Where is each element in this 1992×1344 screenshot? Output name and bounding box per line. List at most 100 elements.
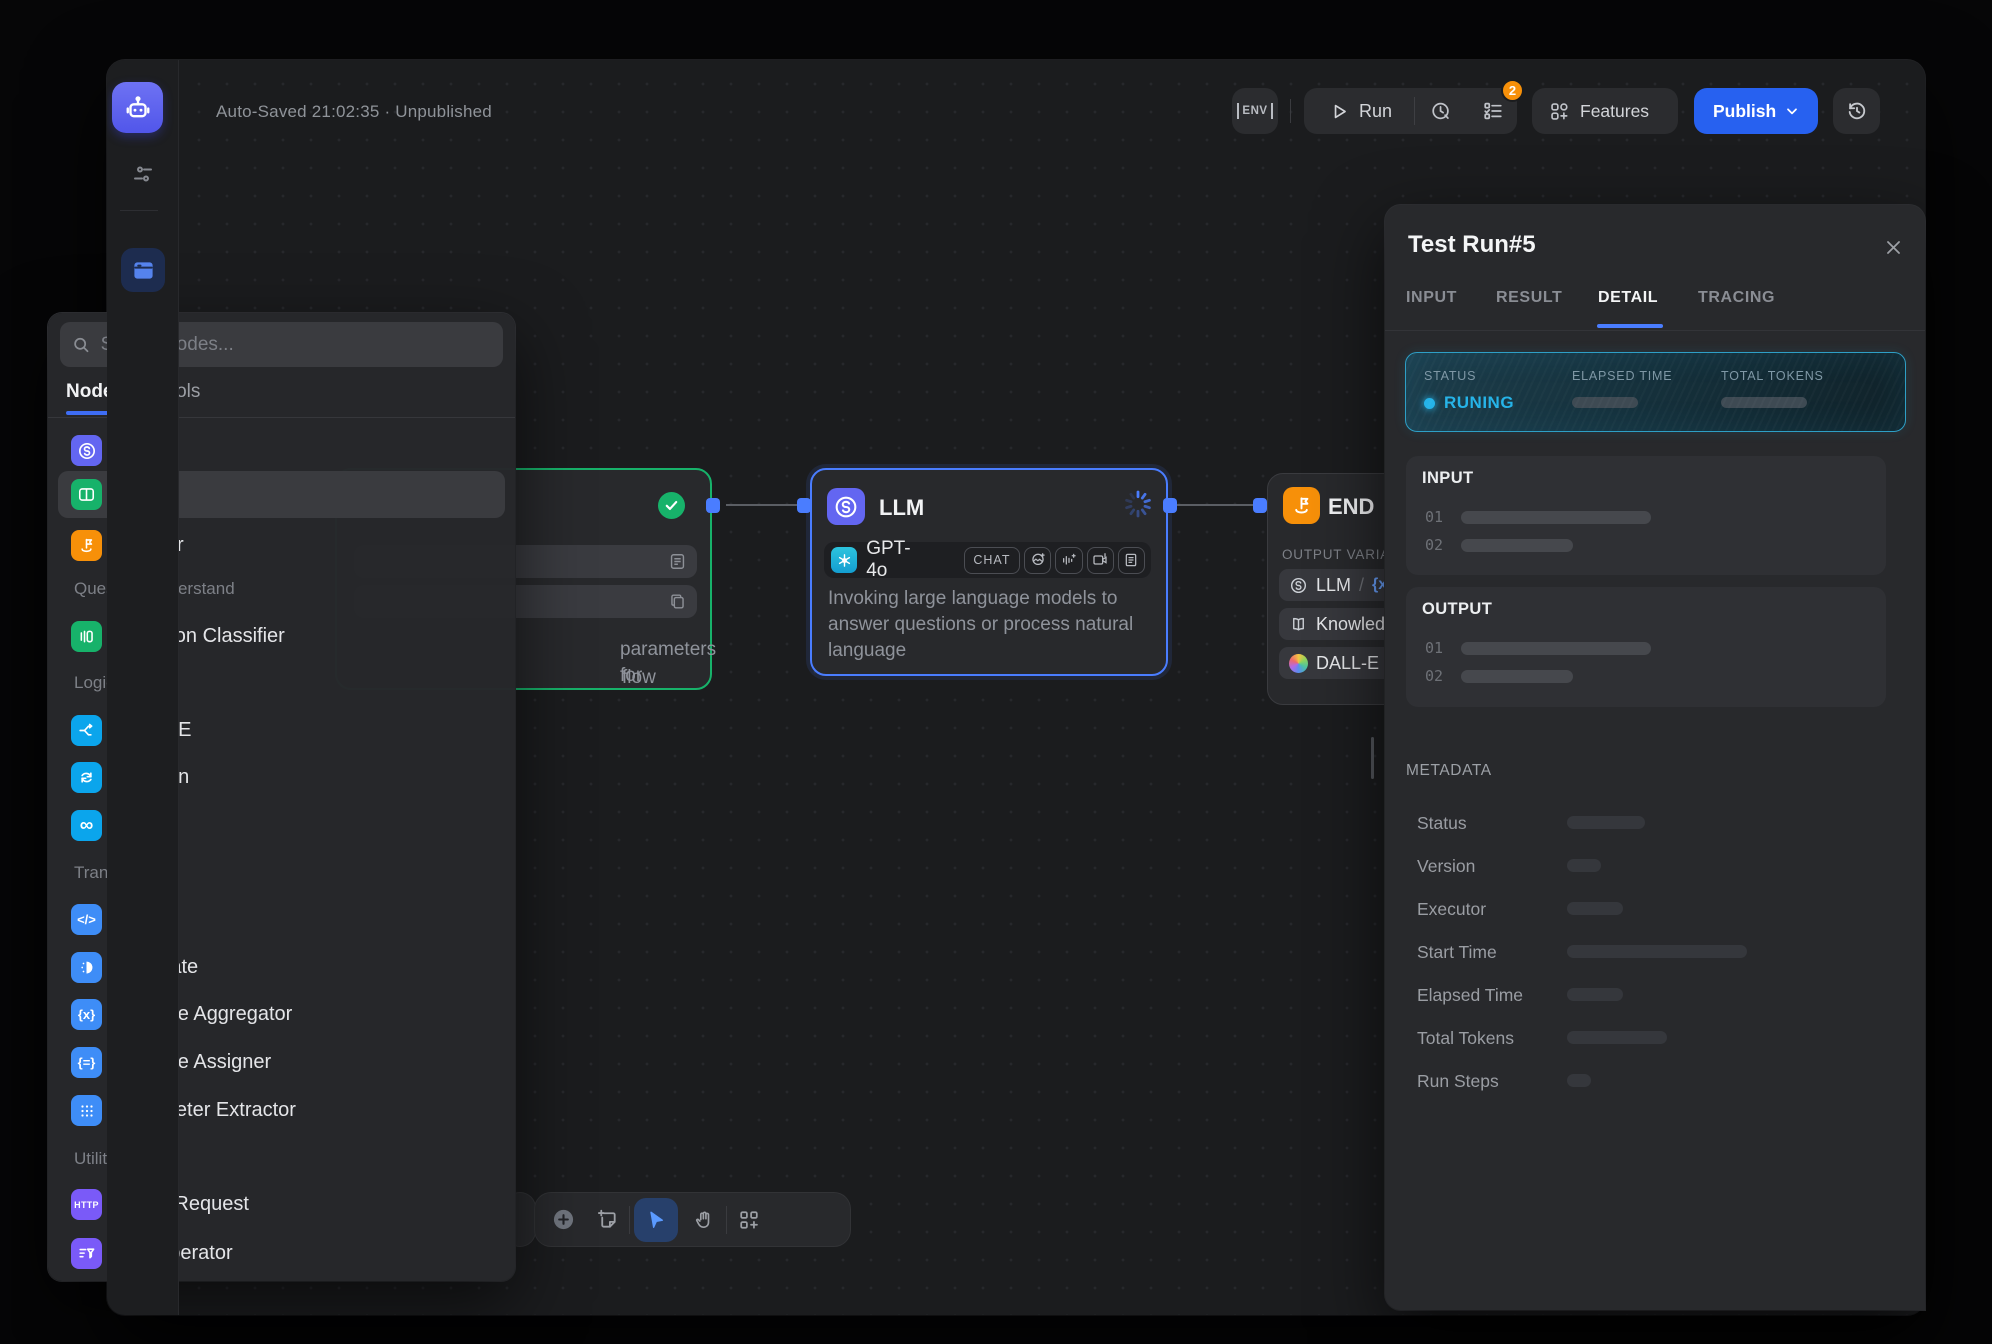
output-card-title: OUTPUT (1422, 600, 1492, 619)
image-capability-icon (1024, 547, 1051, 574)
robot-icon (123, 93, 153, 123)
question-classifier-icon (71, 621, 102, 652)
llm-icon (71, 435, 102, 466)
llm-model-bar[interactable]: GPT-4o CHAT (824, 542, 1151, 578)
canvas-toolbar (535, 1193, 850, 1246)
meta-label-start-time: Start Time (1417, 942, 1497, 963)
llm-node[interactable]: LLM GPT-4o CHAT (810, 468, 1168, 676)
output-card: OUTPUT 01 02 (1406, 587, 1886, 707)
variable-assigner-icon: {=} (71, 1047, 102, 1078)
workflow-settings-icon[interactable] (121, 152, 165, 196)
input-skeleton (1461, 539, 1573, 552)
iteration-icon (71, 762, 102, 793)
meta-skeleton (1567, 988, 1623, 1001)
rail-divider (120, 210, 158, 211)
llm-node-icon (827, 488, 865, 525)
autosave-status: Auto-Saved 21:02:35 · Unpublished (216, 102, 492, 122)
ifelse-icon (71, 715, 102, 746)
add-node-button[interactable] (541, 1198, 585, 1242)
meta-label-elapsed-time: Elapsed Time (1417, 985, 1523, 1006)
edge-llm-to-end (1176, 504, 1258, 506)
code-icon: </> (71, 904, 102, 935)
publish-button[interactable]: Publish (1694, 88, 1818, 134)
tabs-divider (1385, 330, 1925, 331)
meta-label-version: Version (1417, 856, 1475, 877)
topbar-divider (1290, 99, 1291, 123)
hand-mode-button[interactable] (682, 1198, 726, 1242)
features-label: Features (1580, 101, 1649, 122)
input-skeleton (1461, 511, 1651, 524)
status-label: STATUS (1424, 369, 1476, 383)
workflow-editor-app: parameters for flow LLM (0, 0, 1992, 1344)
copy-docs-icon (668, 592, 687, 611)
meta-skeleton (1567, 902, 1623, 915)
pointer-mode-button[interactable] (634, 1198, 678, 1242)
end-icon (71, 479, 102, 510)
play-icon[interactable] (1330, 102, 1349, 121)
meta-skeleton (1567, 945, 1747, 958)
close-panel-button[interactable] (1879, 233, 1907, 261)
end-node-title: END (1328, 494, 1374, 520)
checklist-count-badge: 2 (1501, 79, 1524, 102)
elapsed-time-label: ELAPSED TIME (1572, 369, 1672, 383)
row-number: 01 (1425, 508, 1443, 526)
tab-input[interactable]: INPUT (1406, 289, 1457, 307)
llm-glyph-icon (1289, 576, 1308, 595)
chevron-down-icon (1784, 103, 1800, 119)
run-panel-title: Test Run#5 (1408, 231, 1536, 259)
add-note-button[interactable] (585, 1198, 629, 1242)
loop-icon: ∞ (71, 810, 102, 841)
template-icon (71, 952, 102, 983)
end-pill-llm-label: LLM (1316, 575, 1351, 596)
run-button[interactable]: Run (1359, 101, 1392, 122)
organize-nodes-button[interactable] (727, 1198, 771, 1242)
running-status-dot (1424, 398, 1435, 409)
row-number: 01 (1425, 639, 1443, 657)
env-icon: ENV (1237, 103, 1272, 119)
http-request-icon: HTTP (71, 1189, 102, 1220)
tab-detail[interactable]: DETAIL (1598, 289, 1658, 307)
version-history-button[interactable] (1833, 88, 1880, 134)
row-number: 02 (1425, 536, 1443, 554)
features-button[interactable]: Features (1532, 88, 1678, 134)
llm-output-handle[interactable] (1163, 498, 1177, 513)
tokens-skeleton (1721, 397, 1807, 408)
meta-skeleton (1567, 1074, 1591, 1087)
llm-node-description: Invoking large language models to answer… (828, 586, 1150, 664)
start-output-handle[interactable] (706, 498, 720, 513)
status-card: STATUS ELAPSED TIME TOTAL TOKENS RUNING (1405, 352, 1906, 432)
success-check-icon (658, 492, 685, 519)
close-icon (1884, 238, 1903, 257)
history-icon (1846, 100, 1868, 122)
run-history-timer-icon[interactable] (1430, 100, 1452, 122)
end-pill-separator: / (1359, 575, 1364, 596)
publish-label: Publish (1713, 101, 1776, 122)
end-input-handle[interactable] (1253, 498, 1267, 513)
meta-skeleton (1567, 1031, 1667, 1044)
book-icon (1289, 615, 1308, 634)
video-capability-icon (1087, 547, 1114, 574)
checklist-icon[interactable] (1482, 100, 1504, 122)
list-operator-icon (71, 1238, 102, 1269)
llm-input-handle[interactable] (797, 498, 811, 513)
tab-result[interactable]: RESULT (1496, 289, 1562, 307)
input-card: INPUT 01 02 (1406, 456, 1886, 575)
test-run-panel: Test Run#5 INPUT RESULT DETAIL TRACING S… (1385, 205, 1925, 1310)
search-icon (72, 335, 91, 355)
preview-window-button[interactable] (121, 248, 165, 292)
meta-label-executor: Executor (1417, 899, 1486, 920)
edge-start-to-llm (726, 504, 804, 506)
running-status-value: RUNING (1444, 393, 1514, 413)
audio-capability-icon (1055, 547, 1082, 574)
dalle-icon (1289, 654, 1308, 673)
panel-scroll-hint[interactable] (1371, 737, 1374, 779)
document-lines-icon (668, 552, 687, 571)
parameter-extractor-icon (71, 1095, 102, 1126)
env-variables-button[interactable]: ENV (1232, 88, 1278, 134)
variable-aggregator-icon: {x} (71, 999, 102, 1030)
openai-model-icon (831, 547, 857, 573)
app-logo-robot[interactable] (112, 82, 163, 133)
document-capability-icon (1118, 547, 1145, 574)
tab-tracing[interactable]: TRACING (1698, 289, 1775, 307)
meta-label-status: Status (1417, 813, 1467, 834)
